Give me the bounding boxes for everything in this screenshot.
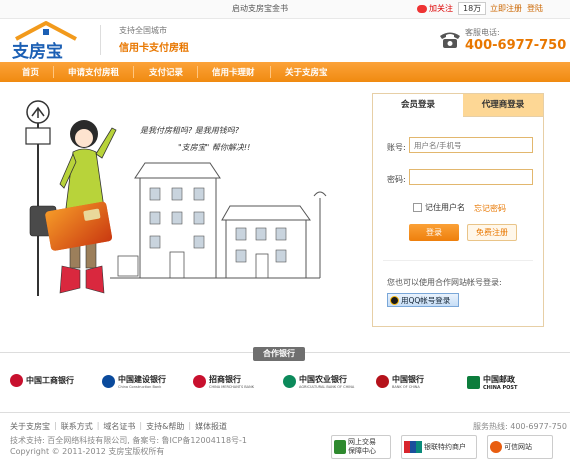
bank-name-en: AGRICULTURAL BANK OF CHINA	[299, 385, 355, 389]
bank-name-en: CHINA POST	[483, 385, 518, 391]
unionpay-icon	[404, 441, 422, 453]
password-label: 密码:	[387, 175, 406, 184]
cmb-logo-icon	[193, 375, 206, 388]
slogan-small: 支持全国城市	[119, 26, 167, 35]
footer-link-media[interactable]: 媒体报道	[195, 421, 227, 432]
footer-link-about[interactable]: 关于支房宝	[10, 421, 50, 432]
bank-china-post[interactable]: 中国邮政 CHINA POST	[467, 374, 517, 391]
bank-name: 中国建设银行	[118, 375, 166, 384]
bank-name-en: China Construction Bank	[118, 385, 162, 389]
partner-banks: 合作银行 中国工商银行 中国建设银行 China Construction Ba…	[0, 347, 570, 403]
footer-link-domain-cert[interactable]: 域名证书	[103, 421, 135, 432]
header: 支房宝 支持全国城市 信用卡支付房租 客服电话: 400-6977-750	[0, 19, 570, 62]
bank-name: 中国银行	[392, 375, 424, 384]
bank-ccb[interactable]: 中国建设银行 China Construction Bank	[102, 374, 166, 389]
register-button[interactable]: 免费注册	[467, 224, 517, 241]
bank-name: 招商银行	[209, 375, 241, 384]
trusted-site-icon	[490, 441, 502, 453]
top-center-text[interactable]: 启动支房宝金书	[232, 3, 288, 14]
phone-icon	[440, 32, 460, 48]
account-input[interactable]	[409, 137, 533, 153]
icbc-logo-icon	[10, 374, 23, 387]
forgot-password-link[interactable]: 忘记密码	[474, 203, 506, 214]
hotline-number: 400-6977-750	[465, 38, 567, 53]
nav-item-about[interactable]: 关于支房宝	[285, 66, 328, 78]
footer-tech-support: 技术支持: 百全网络科技有限公司, 备案号: 鲁ICP备12004118号-1	[10, 436, 248, 445]
bank-boc[interactable]: 中国银行 BANK OF CHINA	[376, 374, 424, 389]
slogan-main: 信用卡支付房租	[119, 43, 189, 54]
footer-hotline: 服务热线: 400-6977-750	[473, 422, 567, 431]
bank-name: 中国邮政	[483, 375, 515, 384]
bank-icbc[interactable]: 中国工商银行	[10, 374, 74, 387]
qq-login-label: 用QQ帐号登录	[401, 295, 451, 305]
footer-links: 关于支房宝 | 联系方式 | 域名证书 | 支持&帮助 | 媒体报道	[10, 421, 228, 432]
footer-link-contact[interactable]: 联系方式	[61, 421, 93, 432]
logo-text: 支房宝	[12, 41, 63, 59]
abc-logo-icon	[283, 375, 296, 388]
nav-item-home[interactable]: 首页	[22, 66, 39, 78]
login-button[interactable]: 登录	[409, 224, 459, 241]
badge-line2: 保障中心	[348, 447, 376, 455]
bubble-line-2: "支房宝" 帮你解决!!	[178, 143, 250, 152]
main-nav: 首页 申请支付房租 支付记录 信用卡理财 关于支房宝	[0, 62, 570, 82]
china-post-logo-icon	[467, 376, 480, 389]
logo[interactable]: 支房宝	[10, 21, 90, 62]
slogan: 支持全国城市 信用卡支付房租	[100, 25, 189, 55]
follower-count: 18万	[458, 2, 487, 15]
hotline-label: 客服电话:	[465, 28, 500, 37]
footer-link-help[interactable]: 支持&帮助	[146, 421, 184, 432]
weibo-follow[interactable]: 加关注	[417, 3, 453, 14]
register-link[interactable]: 立即注册	[490, 3, 522, 14]
remember-checkbox[interactable]	[413, 203, 422, 212]
qq-icon	[390, 295, 399, 305]
bank-cmb[interactable]: 招商银行 CHINA MERCHANTS BANK	[193, 374, 254, 389]
badge-line1: 银联特约商户	[424, 443, 466, 451]
shield-icon	[334, 440, 346, 454]
badge-line1: 网上交易	[348, 438, 376, 446]
ccb-logo-icon	[102, 375, 115, 388]
account-label: 账号:	[387, 143, 406, 152]
bank-name-en: BANK OF CHINA	[392, 385, 420, 389]
bank-name: 中国农业银行	[299, 375, 347, 384]
nav-item-credit-finance[interactable]: 信用卡理财	[212, 66, 255, 78]
tab-member-login[interactable]: 会员登录	[373, 94, 463, 116]
tab-agent-login[interactable]: 代理商登录	[463, 94, 543, 117]
bank-abc[interactable]: 中国农业银行 AGRICULTURAL BANK OF CHINA	[283, 374, 354, 389]
password-input[interactable]	[409, 169, 533, 185]
nav-item-apply-rent[interactable]: 申请支付房租	[68, 66, 119, 78]
bank-name-en: CHINA MERCHANTS BANK	[209, 385, 254, 389]
top-bar: 启动支房宝金书 加关注 18万 立即注册 登陆	[0, 0, 570, 19]
hero-illustration: 是我付房租吗? 是我用钱吗? "支房宝" 帮你解决!!	[0, 88, 370, 348]
weibo-icon	[417, 4, 427, 13]
remember-username[interactable]: 记住用户名	[413, 202, 465, 213]
badge-trade-protection[interactable]: 网上交易 保障中心	[331, 435, 391, 459]
partner-title: 合作银行	[253, 347, 305, 361]
qq-login-button[interactable]: 用QQ帐号登录	[387, 293, 459, 307]
footer-copyright: Copyright © 2011-2012 支房宝版权所有	[10, 447, 165, 456]
remember-label: 记住用户名	[425, 203, 465, 212]
footer: 关于支房宝 | 联系方式 | 域名证书 | 支持&帮助 | 媒体报道 服务热线:…	[0, 412, 570, 471]
login-panel: 会员登录 代理商登录 账号: 密码: 记住用户名 忘记密码 登录 免费注册 您也…	[372, 93, 544, 327]
bank-name: 中国工商银行	[26, 376, 74, 385]
badge-line1: 可信网站	[504, 443, 532, 451]
divider	[383, 260, 533, 261]
badge-trusted-site[interactable]: 可信网站	[487, 435, 553, 459]
oauth-text: 您也可以使用合作网站帐号登录:	[387, 278, 502, 287]
nav-item-payment-records[interactable]: 支付记录	[149, 66, 183, 78]
bubble-line-1: 是我付房租吗? 是我用钱吗?	[140, 126, 240, 135]
badge-unionpay[interactable]: 银联特约商户	[401, 435, 477, 459]
login-link[interactable]: 登陆	[527, 3, 543, 14]
boc-logo-icon	[376, 375, 389, 388]
weibo-follow-label: 加关注	[429, 4, 453, 13]
footer-info: 技术支持: 百全网络科技有限公司, 备案号: 鲁ICP备12004118号-1 …	[10, 435, 247, 457]
